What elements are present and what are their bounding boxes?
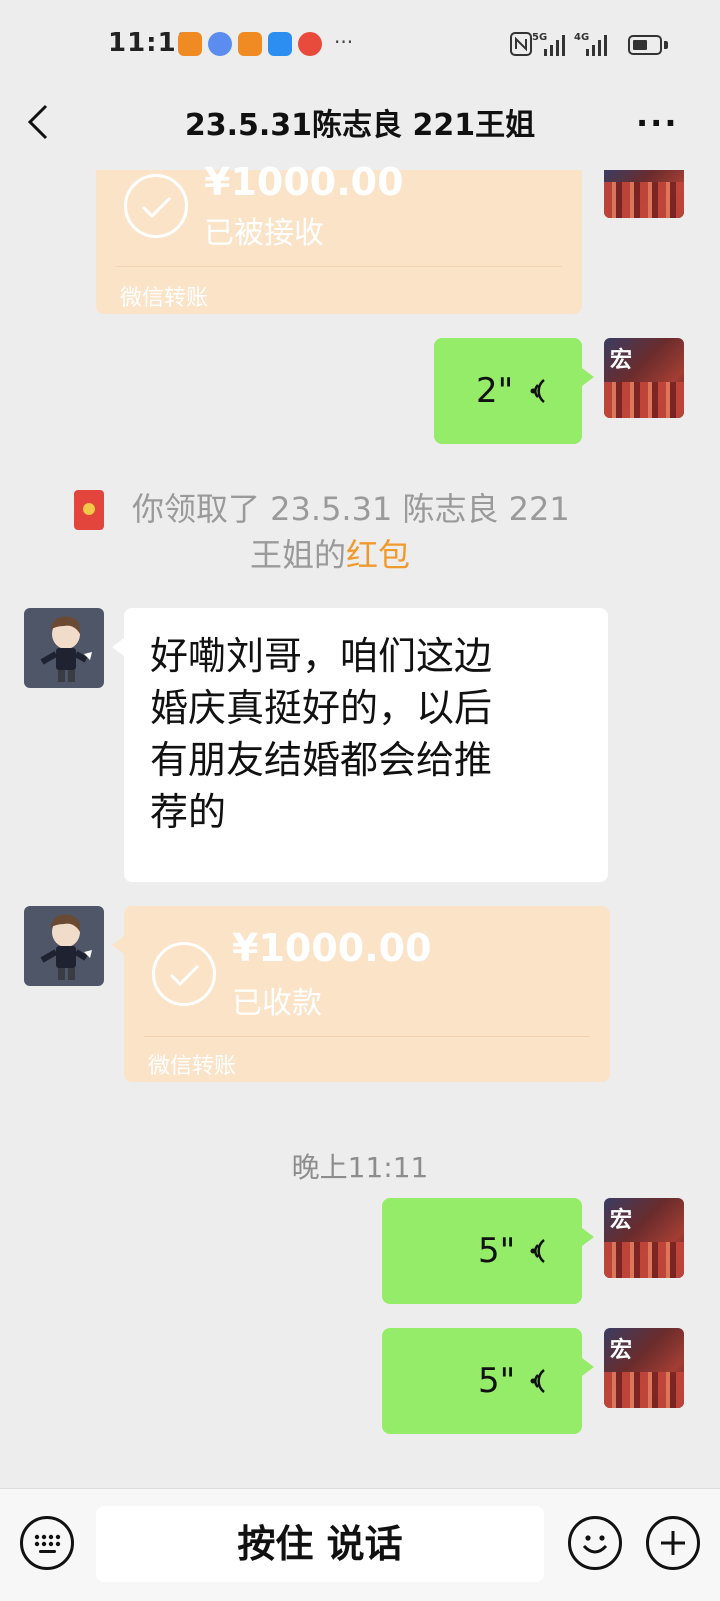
- app-notification-icon: [178, 32, 202, 56]
- friend-avatar[interactable]: [24, 906, 104, 986]
- transfer-label: 微信转账: [148, 1054, 237, 1079]
- baidu-app-icon: [298, 32, 322, 56]
- friend-text-bubble[interactable]: 好嘞刘哥，咱们这边 婚庆真挺好的，以后 有朋友结婚都会给推 荐的: [112, 608, 608, 882]
- system-message-line1: 你领取了 23.5.31 陈志良 221: [132, 490, 570, 528]
- transfer-status: 已被接收: [204, 216, 324, 251]
- voice-duration: 5": [478, 1361, 516, 1401]
- transfer-status: 已收款: [232, 986, 322, 1021]
- message-line: 好嘞刘哥，咱们这边: [150, 634, 493, 678]
- transfer-label: 微信转账: [120, 286, 209, 311]
- music-app-icon: [208, 32, 232, 56]
- voice-message-bubble[interactable]: 5": [382, 1328, 594, 1434]
- voice-wave-icon: [530, 1369, 545, 1393]
- more-options-button[interactable]: ···: [636, 104, 682, 144]
- emoji-button[interactable]: [568, 1516, 622, 1570]
- avatar-sign-text: 宏: [610, 1208, 633, 1233]
- hold-to-talk-button[interactable]: 按住 说话: [96, 1506, 544, 1582]
- battery-tip: [664, 41, 668, 49]
- emoji-icon: [582, 1535, 608, 1554]
- cartoon-boy-icon: [40, 914, 92, 980]
- chat-title: 23.5.31陈志良 221王姐: [184, 108, 536, 143]
- voice-message-bubble[interactable]: 5": [382, 1198, 594, 1304]
- voice-duration: 2": [476, 371, 514, 411]
- transfer-bubble[interactable]: ¥1000.00 已被接收 微信转账: [96, 160, 582, 314]
- transfer-bubble[interactable]: ¥1000.00 已收款 微信转账: [112, 906, 610, 1082]
- system-message-text: 王姐的: [250, 536, 347, 574]
- system-message-line2: 王姐的红包: [250, 530, 410, 580]
- more-notifications-icon: ···: [334, 30, 354, 54]
- avatar-sign-text: 宏: [610, 1338, 633, 1363]
- message-line: 有朋友结婚都会给推: [150, 738, 493, 782]
- more-functions-button[interactable]: [646, 1516, 700, 1570]
- avatar-sign-text: 宏: [610, 348, 633, 373]
- check-icon: [152, 942, 216, 1006]
- self-avatar[interactable]: 宏: [604, 1198, 684, 1278]
- plus-icon: [661, 1531, 685, 1555]
- cartoon-boy-icon: [40, 616, 92, 682]
- keyboard-icon: [34, 1534, 61, 1553]
- signal-icon: [586, 35, 607, 56]
- message-line: 荐的: [150, 790, 227, 834]
- transfer-amount: ¥1000.00: [232, 926, 432, 970]
- divider: [116, 266, 562, 267]
- signal-icon: [544, 35, 565, 56]
- self-avatar[interactable]: [604, 170, 684, 218]
- voice-wave-icon: [530, 379, 545, 403]
- divider: [144, 1036, 590, 1037]
- friend-avatar[interactable]: [24, 608, 104, 688]
- voice-duration: 5": [478, 1231, 516, 1271]
- transfer-amount: ¥1000.00: [204, 160, 404, 204]
- red-packet-link[interactable]: 红包: [346, 536, 410, 574]
- battery-level: [633, 40, 648, 50]
- message-line: 婚庆真挺好的，以后: [150, 686, 493, 730]
- red-packet-icon: [74, 490, 104, 530]
- self-avatar[interactable]: 宏: [604, 1328, 684, 1408]
- battery-icon: [628, 35, 662, 55]
- voice-wave-icon: [530, 1239, 545, 1263]
- check-icon: [124, 174, 188, 238]
- message-timestamp: 晚上11:11: [291, 1151, 429, 1184]
- keyboard-button[interactable]: [20, 1516, 74, 1570]
- weather-app-icon: [268, 32, 292, 56]
- app-notification-icon: [238, 32, 262, 56]
- self-avatar[interactable]: 宏: [604, 338, 684, 418]
- nfc-icon: [510, 32, 532, 56]
- voice-message-bubble[interactable]: 2": [434, 338, 594, 444]
